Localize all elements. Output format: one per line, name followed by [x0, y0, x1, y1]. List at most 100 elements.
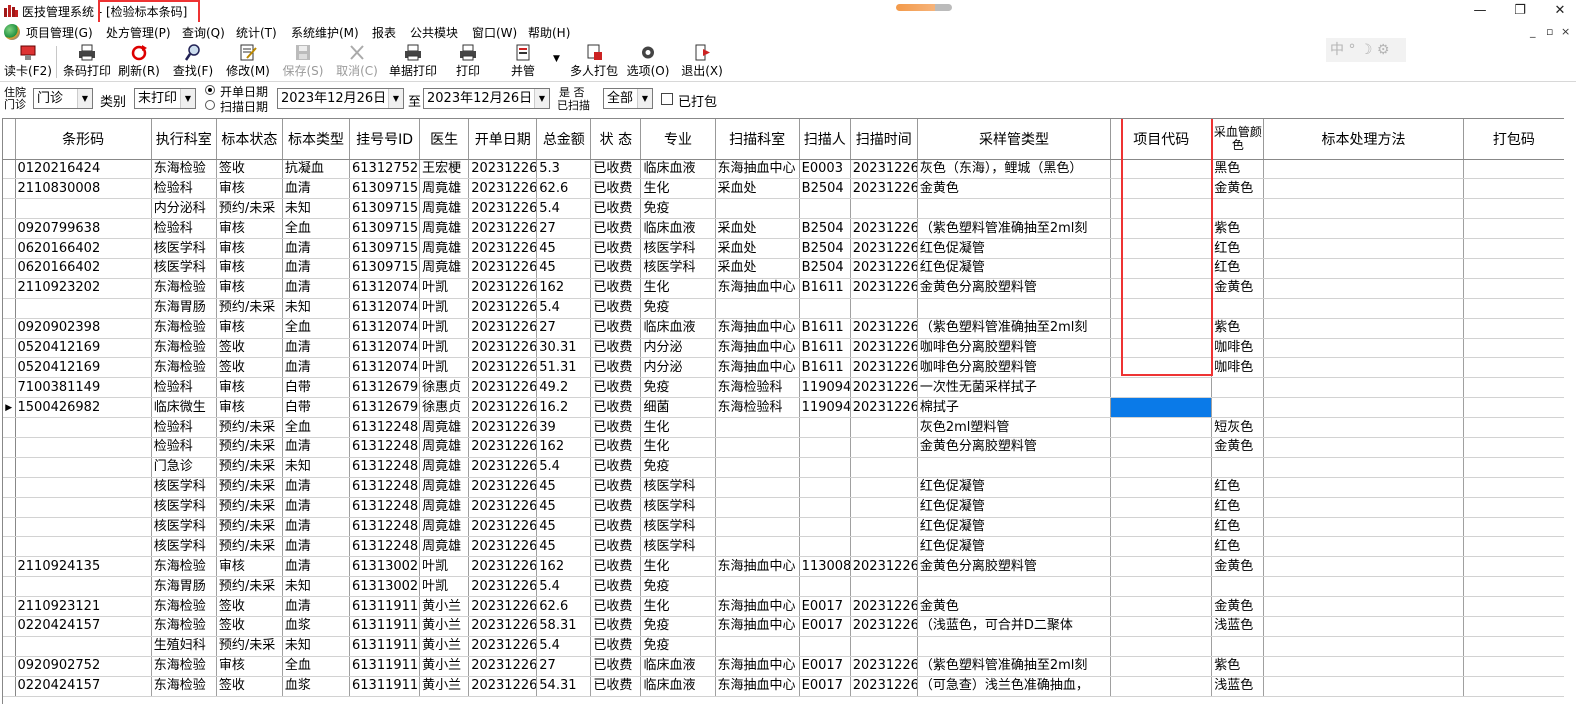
table-cell[interactable]: 2110923121: [15, 596, 152, 617]
table-cell[interactable]: 已收费: [590, 377, 642, 399]
table-cell[interactable]: [1211, 298, 1265, 319]
table-cell[interactable]: 采血处: [715, 218, 800, 240]
patient-type-select[interactable]: 门诊 ▼: [33, 88, 93, 109]
column-header[interactable]: 总金额: [536, 119, 592, 160]
table-cell[interactable]: 东海检验: [151, 676, 217, 697]
table-row[interactable]: 0920902752 东海检验 审核 全血 61311911 黄小兰 20231226 27 已…: [3, 656, 1564, 677]
table-cell[interactable]: 20231226: [850, 676, 918, 697]
table-cell[interactable]: 免疫: [640, 636, 716, 657]
column-header[interactable]: 扫描时间: [850, 119, 918, 160]
table-cell[interactable]: [715, 477, 800, 498]
table-cell[interactable]: 0920902752: [15, 656, 152, 677]
table-cell[interactable]: 黄小兰: [419, 636, 470, 657]
table-cell[interactable]: 金黄色分离胶塑料管: [917, 556, 1112, 578]
table-cell[interactable]: 已收费: [590, 318, 642, 339]
table-cell[interactable]: [1263, 676, 1464, 697]
table-cell[interactable]: （可急查）浅兰色准确抽血，: [917, 676, 1112, 697]
table-cell[interactable]: 叶凯: [419, 318, 470, 339]
table-cell[interactable]: 20231226: [468, 556, 538, 578]
merge-tube-button[interactable]: 并管: [505, 44, 541, 80]
table-cell[interactable]: 金黄色: [1211, 596, 1265, 617]
table-cell[interactable]: 东海检验: [151, 278, 217, 299]
table-cell[interactable]: 已收费: [590, 497, 642, 518]
table-cell[interactable]: 生化: [640, 437, 716, 458]
table-cell[interactable]: 黄小兰: [419, 616, 470, 637]
table-cell[interactable]: 核医学科: [640, 238, 716, 259]
table-cell[interactable]: [15, 477, 152, 498]
table-cell[interactable]: 45: [536, 497, 592, 518]
table-cell[interactable]: [1211, 397, 1265, 419]
table-cell[interactable]: 已收费: [590, 238, 642, 259]
table-cell[interactable]: 周竟雄: [419, 477, 470, 498]
table-cell[interactable]: 5.4: [536, 576, 592, 598]
options-button[interactable]: 选项(O): [626, 44, 670, 80]
table-cell[interactable]: 61312752: [349, 159, 421, 180]
table-row[interactable]: 东海胃肠 预约/未采 未知 61313002 叶凯 20231226 5.4 已收费 免疫: [3, 576, 1564, 598]
table-cell[interactable]: [1463, 338, 1564, 359]
menu-project-management[interactable]: 项目管理(G): [26, 24, 93, 41]
table-cell[interactable]: 已收费: [590, 258, 642, 279]
table-cell[interactable]: 短灰色: [1211, 417, 1265, 438]
table-cell[interactable]: 已收费: [590, 338, 642, 359]
table-cell[interactable]: [1263, 159, 1464, 180]
table-cell[interactable]: [1263, 576, 1464, 598]
table-cell[interactable]: [1110, 298, 1213, 319]
table-cell[interactable]: [850, 298, 918, 319]
table-cell[interactable]: 核医学科: [151, 497, 217, 518]
table-cell[interactable]: 叶凯: [419, 357, 470, 379]
table-cell[interactable]: [799, 536, 851, 558]
table-cell[interactable]: [15, 517, 152, 538]
row-indicator[interactable]: [3, 338, 16, 359]
table-cell[interactable]: （紫色塑料管准确抽至2ml刻: [917, 218, 1112, 240]
table-cell[interactable]: 采血处: [715, 258, 800, 279]
table-cell[interactable]: 周竟雄: [419, 218, 470, 240]
table-cell[interactable]: [1463, 676, 1564, 697]
table-row[interactable]: 东海胃肠 预约/未采 未知 61312074 叶凯 20231226 5.4 已收费 免疫: [3, 298, 1564, 319]
table-cell[interactable]: 红色: [1211, 477, 1265, 498]
table-cell[interactable]: 核医学科: [151, 238, 217, 259]
table-cell[interactable]: 免疫: [640, 298, 716, 319]
table-cell[interactable]: 20231226: [468, 318, 538, 339]
window-minimize-button[interactable]: —: [1468, 2, 1492, 20]
table-cell[interactable]: 61312074: [349, 338, 421, 359]
table-cell[interactable]: [1263, 477, 1464, 498]
table-cell[interactable]: 16.2: [536, 397, 592, 419]
column-header[interactable]: 条形码: [15, 119, 152, 160]
table-cell[interactable]: [1211, 198, 1265, 220]
table-cell[interactable]: 61309715: [349, 218, 421, 240]
table-cell[interactable]: [850, 198, 918, 220]
column-header[interactable]: 状 态: [590, 119, 642, 160]
table-cell[interactable]: 周竟雄: [419, 457, 470, 478]
table-cell[interactable]: 20231226: [468, 338, 538, 359]
table-cell[interactable]: 叶凯: [419, 338, 470, 359]
table-cell[interactable]: 全血: [282, 417, 351, 438]
column-header[interactable]: 扫描人: [799, 119, 851, 160]
table-cell[interactable]: [850, 576, 918, 598]
table-cell[interactable]: 金黄色: [1211, 178, 1265, 200]
table-cell[interactable]: 7100381149: [15, 377, 152, 399]
table-cell[interactable]: [1263, 536, 1464, 558]
table-row[interactable]: 检验科 预约/未采 全血 61312248 周竟雄 20231226 39 已收费 生化 灰色2m…: [3, 417, 1564, 438]
table-cell[interactable]: [799, 497, 851, 518]
table-cell[interactable]: [715, 497, 800, 518]
table-cell[interactable]: [1263, 397, 1464, 419]
table-cell[interactable]: [1110, 536, 1213, 558]
menu-statistics[interactable]: 统计(T): [236, 24, 277, 41]
table-cell[interactable]: 20231226: [468, 397, 538, 419]
table-cell[interactable]: 东海抽血中心: [715, 318, 800, 339]
row-indicator[interactable]: [3, 238, 16, 259]
column-header[interactable]: 标本状态: [216, 119, 283, 160]
table-cell[interactable]: 免疫: [640, 377, 716, 399]
menu-query[interactable]: 查询(Q): [182, 24, 225, 41]
table-cell[interactable]: 20231226: [468, 278, 538, 299]
row-indicator[interactable]: [3, 596, 16, 617]
table-cell[interactable]: （紫色塑料管准确抽至2ml刻: [917, 656, 1112, 677]
table-cell[interactable]: 27: [536, 218, 592, 240]
table-cell[interactable]: 30.31: [536, 338, 592, 359]
table-cell[interactable]: 黄小兰: [419, 596, 470, 617]
table-cell[interactable]: 东海胃肠: [151, 298, 217, 319]
table-cell[interactable]: B2504: [799, 218, 851, 240]
table-row[interactable]: 检验科 预约/未采 血清 61312248 周竟雄 20231226 162 已收费 生化 金黄色…: [3, 437, 1564, 458]
multi-person-package-button[interactable]: 多人打包: [567, 44, 621, 80]
table-cell[interactable]: 白带: [282, 377, 351, 399]
